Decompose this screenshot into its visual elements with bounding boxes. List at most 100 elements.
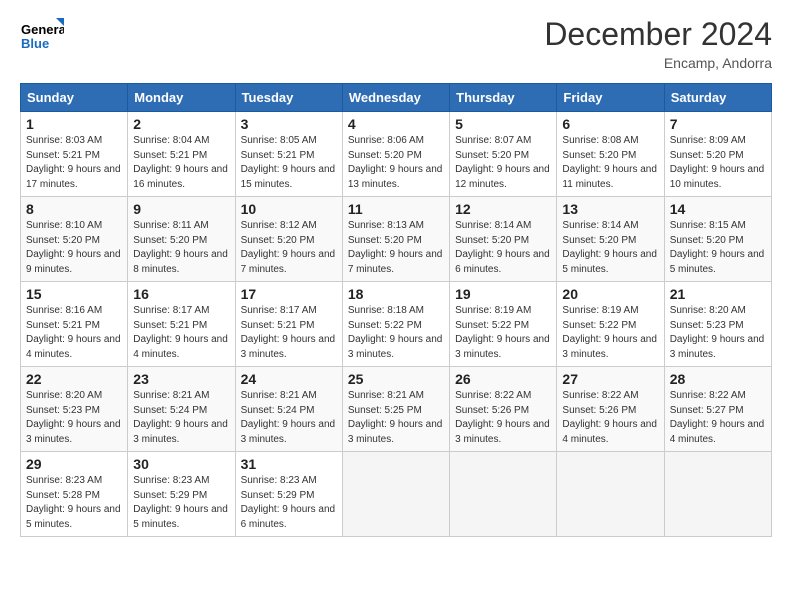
day-info: Sunrise: 8:17 AM Sunset: 5:21 PM Dayligh…: [241, 304, 337, 362]
calendar-cell: 3 Sunrise: 8:05 AM Sunset: 5:21 PM Dayli…: [235, 112, 342, 197]
day-number: 9: [133, 201, 229, 217]
calendar-header-friday: Friday: [557, 84, 664, 112]
calendar: SundayMondayTuesdayWednesdayThursdayFrid…: [20, 83, 772, 537]
title-block: December 2024 Encamp, Andorra: [544, 16, 772, 71]
day-info: Sunrise: 8:07 AM Sunset: 5:20 PM Dayligh…: [455, 134, 551, 192]
calendar-header-thursday: Thursday: [450, 84, 557, 112]
day-number: 19: [455, 286, 551, 302]
calendar-cell: 21 Sunrise: 8:20 AM Sunset: 5:23 PM Dayl…: [664, 282, 771, 367]
calendar-week-4: 22 Sunrise: 8:20 AM Sunset: 5:23 PM Dayl…: [21, 367, 772, 452]
day-number: 12: [455, 201, 551, 217]
day-number: 2: [133, 116, 229, 132]
logo: General Blue: [20, 16, 64, 60]
month-title: December 2024: [544, 16, 772, 53]
calendar-cell: 25 Sunrise: 8:21 AM Sunset: 5:25 PM Dayl…: [342, 367, 449, 452]
calendar-cell: 8 Sunrise: 8:10 AM Sunset: 5:20 PM Dayli…: [21, 197, 128, 282]
calendar-header-tuesday: Tuesday: [235, 84, 342, 112]
calendar-cell: 22 Sunrise: 8:20 AM Sunset: 5:23 PM Dayl…: [21, 367, 128, 452]
calendar-week-5: 29 Sunrise: 8:23 AM Sunset: 5:28 PM Dayl…: [21, 452, 772, 537]
calendar-cell: 11 Sunrise: 8:13 AM Sunset: 5:20 PM Dayl…: [342, 197, 449, 282]
day-number: 14: [670, 201, 766, 217]
calendar-cell: 12 Sunrise: 8:14 AM Sunset: 5:20 PM Dayl…: [450, 197, 557, 282]
day-info: Sunrise: 8:23 AM Sunset: 5:29 PM Dayligh…: [133, 474, 229, 532]
day-info: Sunrise: 8:22 AM Sunset: 5:26 PM Dayligh…: [455, 389, 551, 447]
calendar-cell: 23 Sunrise: 8:21 AM Sunset: 5:24 PM Dayl…: [128, 367, 235, 452]
day-number: 13: [562, 201, 658, 217]
calendar-cell: 13 Sunrise: 8:14 AM Sunset: 5:20 PM Dayl…: [557, 197, 664, 282]
calendar-cell: 24 Sunrise: 8:21 AM Sunset: 5:24 PM Dayl…: [235, 367, 342, 452]
day-info: Sunrise: 8:18 AM Sunset: 5:22 PM Dayligh…: [348, 304, 444, 362]
day-info: Sunrise: 8:08 AM Sunset: 5:20 PM Dayligh…: [562, 134, 658, 192]
day-number: 23: [133, 371, 229, 387]
day-number: 30: [133, 456, 229, 472]
day-number: 17: [241, 286, 337, 302]
calendar-cell: 27 Sunrise: 8:22 AM Sunset: 5:26 PM Dayl…: [557, 367, 664, 452]
calendar-cell: 7 Sunrise: 8:09 AM Sunset: 5:20 PM Dayli…: [664, 112, 771, 197]
day-number: 27: [562, 371, 658, 387]
calendar-header-saturday: Saturday: [664, 84, 771, 112]
calendar-cell: 2 Sunrise: 8:04 AM Sunset: 5:21 PM Dayli…: [128, 112, 235, 197]
calendar-cell: 29 Sunrise: 8:23 AM Sunset: 5:28 PM Dayl…: [21, 452, 128, 537]
day-info: Sunrise: 8:05 AM Sunset: 5:21 PM Dayligh…: [241, 134, 337, 192]
calendar-week-3: 15 Sunrise: 8:16 AM Sunset: 5:21 PM Dayl…: [21, 282, 772, 367]
day-info: Sunrise: 8:16 AM Sunset: 5:21 PM Dayligh…: [26, 304, 122, 362]
day-info: Sunrise: 8:11 AM Sunset: 5:20 PM Dayligh…: [133, 219, 229, 277]
header: General Blue December 2024 Encamp, Andor…: [20, 16, 772, 71]
day-number: 6: [562, 116, 658, 132]
calendar-cell: 6 Sunrise: 8:08 AM Sunset: 5:20 PM Dayli…: [557, 112, 664, 197]
day-number: 31: [241, 456, 337, 472]
day-number: 5: [455, 116, 551, 132]
day-number: 7: [670, 116, 766, 132]
calendar-cell: 10 Sunrise: 8:12 AM Sunset: 5:20 PM Dayl…: [235, 197, 342, 282]
calendar-cell: 16 Sunrise: 8:17 AM Sunset: 5:21 PM Dayl…: [128, 282, 235, 367]
day-info: Sunrise: 8:14 AM Sunset: 5:20 PM Dayligh…: [562, 219, 658, 277]
calendar-cell: 9 Sunrise: 8:11 AM Sunset: 5:20 PM Dayli…: [128, 197, 235, 282]
day-number: 22: [26, 371, 122, 387]
calendar-cell: 17 Sunrise: 8:17 AM Sunset: 5:21 PM Dayl…: [235, 282, 342, 367]
calendar-header-wednesday: Wednesday: [342, 84, 449, 112]
day-info: Sunrise: 8:19 AM Sunset: 5:22 PM Dayligh…: [455, 304, 551, 362]
day-info: Sunrise: 8:10 AM Sunset: 5:20 PM Dayligh…: [26, 219, 122, 277]
calendar-cell: 30 Sunrise: 8:23 AM Sunset: 5:29 PM Dayl…: [128, 452, 235, 537]
page: General Blue December 2024 Encamp, Andor…: [0, 0, 792, 612]
day-number: 26: [455, 371, 551, 387]
svg-text:Blue: Blue: [21, 36, 49, 51]
day-number: 10: [241, 201, 337, 217]
calendar-cell: 5 Sunrise: 8:07 AM Sunset: 5:20 PM Dayli…: [450, 112, 557, 197]
day-info: Sunrise: 8:20 AM Sunset: 5:23 PM Dayligh…: [670, 304, 766, 362]
day-number: 24: [241, 371, 337, 387]
svg-text:General: General: [21, 22, 64, 37]
day-info: Sunrise: 8:09 AM Sunset: 5:20 PM Dayligh…: [670, 134, 766, 192]
day-number: 18: [348, 286, 444, 302]
day-info: Sunrise: 8:23 AM Sunset: 5:28 PM Dayligh…: [26, 474, 122, 532]
day-info: Sunrise: 8:12 AM Sunset: 5:20 PM Dayligh…: [241, 219, 337, 277]
calendar-cell: 14 Sunrise: 8:15 AM Sunset: 5:20 PM Dayl…: [664, 197, 771, 282]
day-number: 4: [348, 116, 444, 132]
calendar-cell: 15 Sunrise: 8:16 AM Sunset: 5:21 PM Dayl…: [21, 282, 128, 367]
day-info: Sunrise: 8:20 AM Sunset: 5:23 PM Dayligh…: [26, 389, 122, 447]
calendar-cell: [450, 452, 557, 537]
calendar-cell: 20 Sunrise: 8:19 AM Sunset: 5:22 PM Dayl…: [557, 282, 664, 367]
day-info: Sunrise: 8:13 AM Sunset: 5:20 PM Dayligh…: [348, 219, 444, 277]
day-number: 15: [26, 286, 122, 302]
day-info: Sunrise: 8:22 AM Sunset: 5:26 PM Dayligh…: [562, 389, 658, 447]
day-info: Sunrise: 8:03 AM Sunset: 5:21 PM Dayligh…: [26, 134, 122, 192]
day-number: 20: [562, 286, 658, 302]
calendar-cell: 1 Sunrise: 8:03 AM Sunset: 5:21 PM Dayli…: [21, 112, 128, 197]
calendar-cell: 4 Sunrise: 8:06 AM Sunset: 5:20 PM Dayli…: [342, 112, 449, 197]
location: Encamp, Andorra: [544, 55, 772, 71]
day-number: 11: [348, 201, 444, 217]
day-info: Sunrise: 8:17 AM Sunset: 5:21 PM Dayligh…: [133, 304, 229, 362]
day-number: 21: [670, 286, 766, 302]
calendar-header-monday: Monday: [128, 84, 235, 112]
day-info: Sunrise: 8:21 AM Sunset: 5:24 PM Dayligh…: [133, 389, 229, 447]
day-number: 1: [26, 116, 122, 132]
day-info: Sunrise: 8:06 AM Sunset: 5:20 PM Dayligh…: [348, 134, 444, 192]
day-number: 8: [26, 201, 122, 217]
day-number: 16: [133, 286, 229, 302]
day-info: Sunrise: 8:14 AM Sunset: 5:20 PM Dayligh…: [455, 219, 551, 277]
day-number: 3: [241, 116, 337, 132]
day-info: Sunrise: 8:15 AM Sunset: 5:20 PM Dayligh…: [670, 219, 766, 277]
day-info: Sunrise: 8:21 AM Sunset: 5:24 PM Dayligh…: [241, 389, 337, 447]
day-number: 25: [348, 371, 444, 387]
